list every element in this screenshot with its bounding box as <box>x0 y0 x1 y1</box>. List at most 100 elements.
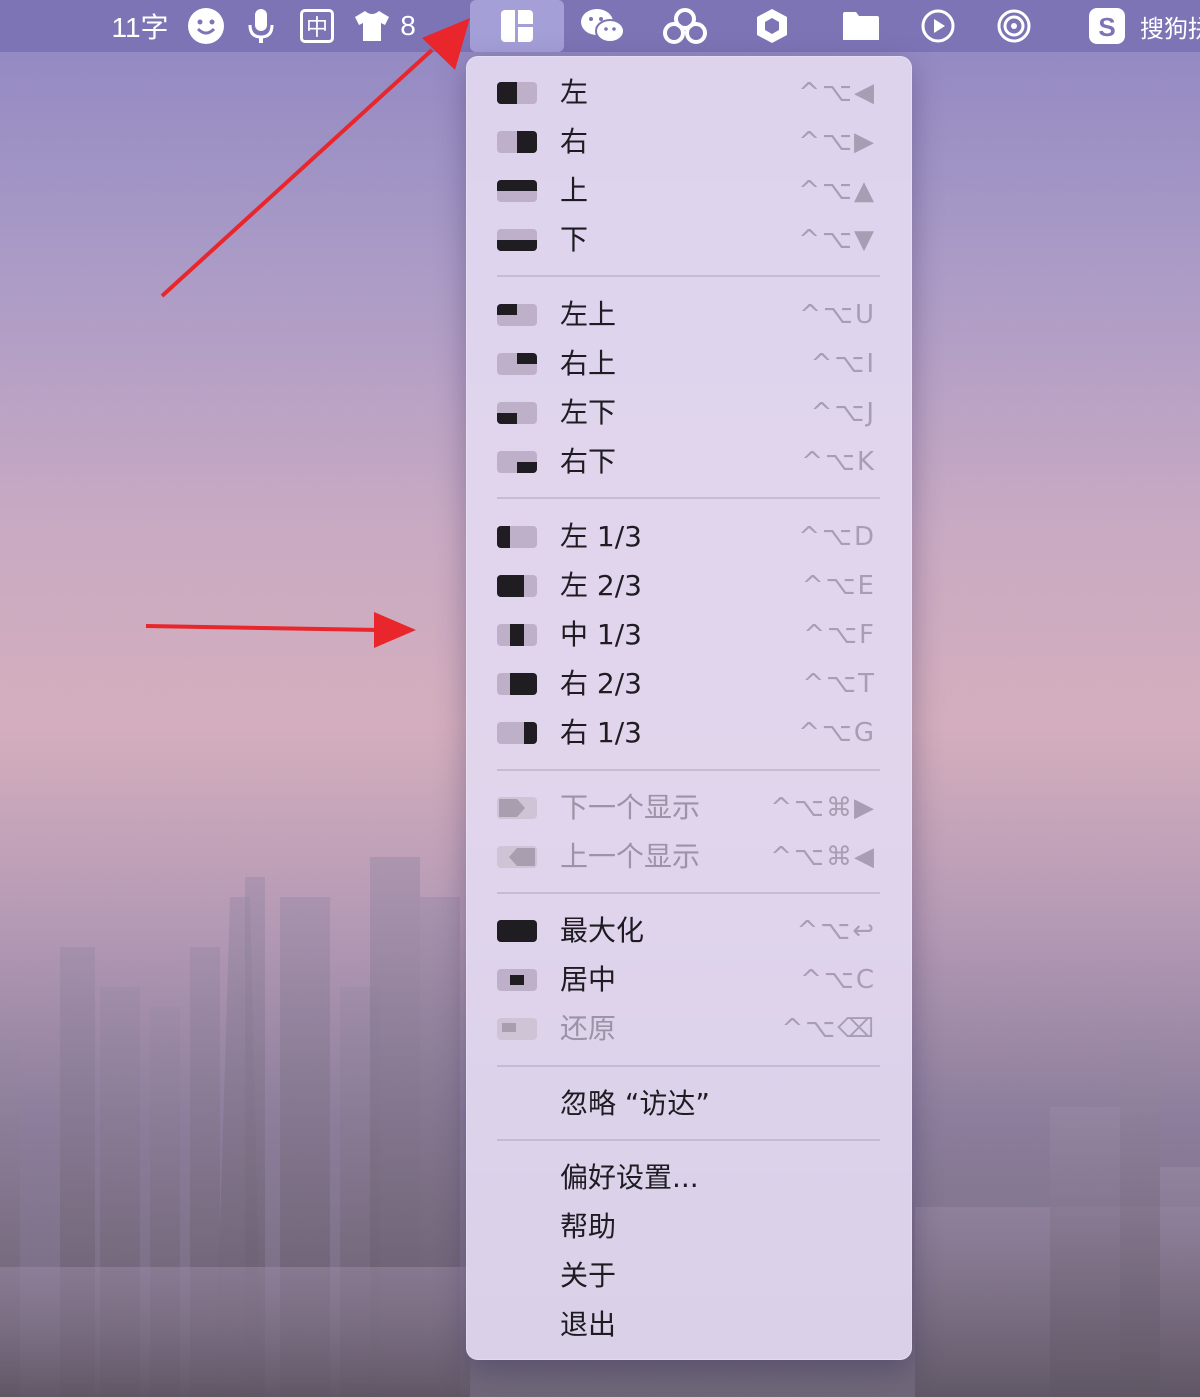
menu-item-maximize[interactable]: 最大化 ^⌥↩ <box>466 908 912 954</box>
menu-separator <box>497 275 880 277</box>
sogou-icon[interactable]: S <box>1086 0 1128 52</box>
svg-text:S: S <box>1098 12 1115 42</box>
menu-item-label: 下一个显示 <box>560 791 701 824</box>
menu-item-shortcut: ^⌥F <box>803 620 876 650</box>
menu-item-preferences[interactable]: 偏好设置... <box>466 1155 912 1201</box>
menu-item-label: 忽略 “访达” <box>560 1087 710 1120</box>
wechat-icon[interactable] <box>578 0 628 52</box>
microphone-icon[interactable] <box>243 0 279 52</box>
menu-separator <box>497 1139 880 1141</box>
input-method-icon[interactable]: 中 <box>297 0 337 52</box>
menu-item-quit[interactable]: 退出 <box>466 1302 912 1348</box>
first-third-icon <box>497 526 537 548</box>
badge-count: 8 <box>400 10 416 41</box>
menu-item-bottom-half[interactable]: 下 ^⌥▼ <box>466 217 912 263</box>
menu-item-shortcut: ^⌥D <box>798 522 876 552</box>
smiley-icon[interactable] <box>184 0 228 52</box>
menu-item-last-two-thirds[interactable]: 右 2/3 ^⌥T <box>466 661 912 707</box>
left-half-icon <box>497 82 537 104</box>
menu-item-label: 右 1/3 <box>560 716 642 749</box>
menu-item-shortcut: ^⌥J <box>810 398 876 428</box>
menu-item-help[interactable]: 帮助 <box>466 1204 912 1250</box>
menu-item-label: 上一个显示 <box>560 840 701 873</box>
hexagon-icon[interactable] <box>752 0 792 52</box>
bottom-half-icon <box>497 229 537 251</box>
previous-display-icon <box>497 846 537 868</box>
menu-item-center-third[interactable]: 中 1/3 ^⌥F <box>466 612 912 658</box>
menu-item-label: 帮助 <box>560 1210 617 1243</box>
menu-item-shortcut: ^⌥◀ <box>798 78 876 108</box>
menu-item-shortcut: ^⌥G <box>798 718 876 748</box>
menu-item-label: 还原 <box>560 1012 617 1045</box>
center-icon <box>497 969 537 991</box>
menu-item-top-half[interactable]: 上 ^⌥▲ <box>466 168 912 214</box>
menu-item-last-third[interactable]: 右 1/3 ^⌥G <box>466 710 912 756</box>
last-two-thirds-icon <box>497 673 537 695</box>
menu-item-shortcut: ^⌥▶ <box>798 127 876 157</box>
menu-item-label: 关于 <box>560 1259 617 1292</box>
menu-item-shortcut: ^⌥I <box>810 349 876 379</box>
menu-item-top-right[interactable]: 右上 ^⌥I <box>466 341 912 387</box>
menu-item-shortcut: ^⌥⌫ <box>781 1014 876 1044</box>
menu-item-bottom-right[interactable]: 右下 ^⌥K <box>466 439 912 485</box>
menu-item-label: 右 2/3 <box>560 667 642 700</box>
last-third-icon <box>497 722 537 744</box>
menu-item-label: 左 <box>560 76 589 109</box>
menu-item-label: 左上 <box>560 298 617 331</box>
first-two-thirds-icon <box>497 575 537 597</box>
menu-item-restore: 还原 ^⌥⌫ <box>466 1006 912 1052</box>
menu-item-label: 右下 <box>560 445 617 478</box>
menu-item-label: 右 <box>560 125 589 158</box>
menu-separator <box>497 497 880 499</box>
menu-item-shortcut: ^⌥↩ <box>796 916 876 946</box>
menu-item-right-half[interactable]: 右 ^⌥▶ <box>466 119 912 165</box>
menu-item-bottom-left[interactable]: 左下 ^⌥J <box>466 390 912 436</box>
top-half-icon <box>497 180 537 202</box>
menu-item-ignore-finder[interactable]: 忽略 “访达” <box>466 1081 912 1127</box>
menu-item-first-third[interactable]: 左 1/3 ^⌥D <box>466 514 912 560</box>
play-icon[interactable] <box>918 0 958 52</box>
menu-item-shortcut: ^⌥K <box>801 447 876 477</box>
menu-item-shortcut: ^⌥T <box>802 669 876 699</box>
rectangle-window-menu: 左 ^⌥◀ 右 ^⌥▶ 上 ^⌥▲ 下 ^⌥▼ 左上 ^⌥U 右上 ^⌥I 左下 ^⌥J 右下 ^⌥K 左 1/… <box>466 56 912 1360</box>
arrow-line-to-center-third <box>145 624 381 632</box>
input-method-label: 中 <box>300 9 334 43</box>
menu-item-label: 左 1/3 <box>560 520 642 553</box>
word-count[interactable]: 11字 <box>108 0 172 52</box>
arrow-line-to-menubar-icon <box>160 48 434 298</box>
menu-item-first-two-thirds[interactable]: 左 2/3 ^⌥E <box>466 563 912 609</box>
menu-item-top-left[interactable]: 左上 ^⌥U <box>466 292 912 338</box>
menu-item-shortcut: ^⌥▼ <box>798 225 876 255</box>
menu-item-left-half[interactable]: 左 ^⌥◀ <box>466 70 912 116</box>
rectangle-layout-icon[interactable] <box>470 0 564 52</box>
folder-icon[interactable] <box>840 0 882 52</box>
menu-item-shortcut: ^⌥E <box>801 571 876 601</box>
right-half-icon <box>497 131 537 153</box>
restore-icon <box>497 1018 537 1040</box>
baidu-cloud-icon[interactable] <box>660 0 710 52</box>
menu-separator <box>497 769 880 771</box>
menu-separator <box>497 1065 880 1067</box>
top-right-icon <box>497 353 537 375</box>
tshirt-icon[interactable] <box>352 0 392 52</box>
center-third-icon <box>497 624 537 646</box>
menu-item-next-display: 下一个显示 ^⌥⌘▶ <box>466 785 912 831</box>
menu-item-shortcut: ^⌥▲ <box>798 176 876 206</box>
maximize-icon <box>497 920 537 942</box>
menu-item-label: 退出 <box>560 1308 617 1341</box>
menu-item-shortcut: ^⌥C <box>800 965 876 995</box>
menu-item-shortcut: ^⌥⌘◀ <box>770 842 876 872</box>
menu-item-about[interactable]: 关于 <box>466 1253 912 1299</box>
airdrop-icon[interactable] <box>994 0 1034 52</box>
menu-item-label: 居中 <box>560 963 617 996</box>
menu-item-label: 中 1/3 <box>560 618 642 651</box>
arrow-head-to-center-third <box>374 612 416 648</box>
menu-item-center[interactable]: 居中 ^⌥C <box>466 957 912 1003</box>
menu-item-label: 左 2/3 <box>560 569 642 602</box>
menu-item-label: 下 <box>560 223 589 256</box>
menu-item-label: 上 <box>560 174 589 207</box>
bottom-left-icon <box>497 402 537 424</box>
menu-item-label: 最大化 <box>560 914 645 947</box>
bottom-right-icon <box>497 451 537 473</box>
menu-item-previous-display: 上一个显示 ^⌥⌘◀ <box>466 834 912 880</box>
